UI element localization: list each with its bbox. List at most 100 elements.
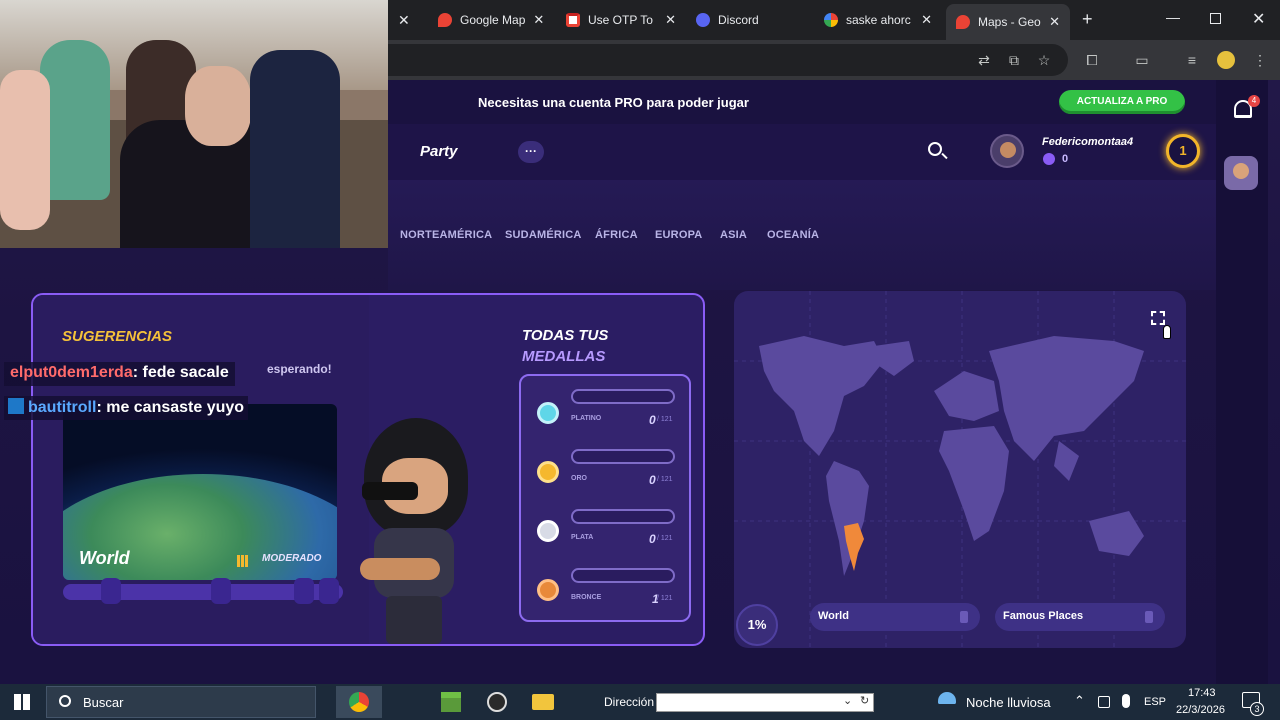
region-asia[interactable]: ASIA: [720, 229, 747, 241]
nav-party[interactable]: Party: [420, 143, 458, 160]
tab-geoguessr-active[interactable]: Maps - Geo ✕: [946, 4, 1070, 40]
medal-silver-icon: [537, 520, 559, 542]
tab-google-search[interactable]: saske ahorc ✕: [814, 6, 942, 34]
medal-platinum-icon: [537, 402, 559, 424]
window-close-button[interactable]: ✕: [1252, 9, 1265, 29]
chevron-up-icon[interactable]: ⌃: [1074, 693, 1085, 709]
difficulty-icon: [237, 555, 249, 567]
carousel-dot[interactable]: [101, 578, 121, 604]
chat-message: bautitroll: me cansaste yuyo: [4, 396, 249, 420]
suggestions-title: SUGERENCIAS: [62, 328, 173, 345]
region-norteamerica[interactable]: NORTEAMÉRICA: [400, 229, 492, 241]
chevron-down-icon[interactable]: ⌄: [843, 694, 852, 707]
new-tab-button[interactable]: +: [1082, 9, 1093, 30]
windows-start-icon[interactable]: [14, 694, 30, 710]
tab-google-maps[interactable]: Google Map ✕: [428, 6, 554, 34]
medal-total: / 121: [657, 595, 673, 602]
region-europa[interactable]: EUROPA: [655, 229, 702, 241]
coin-icon: [1043, 153, 1055, 165]
chat-badge-icon: [8, 398, 24, 414]
upgrade-pro-button[interactable]: ACTUALIZA A PRO: [1059, 90, 1185, 114]
medal-count: 0: [649, 532, 656, 546]
map-chip-famous-places[interactable]: Famous Places: [995, 603, 1165, 631]
medal-progress-bar: [571, 449, 675, 464]
chat-username: bautitroll: [28, 399, 97, 416]
chrome-taskbar-icon[interactable]: [336, 686, 382, 718]
omnibox[interactable]: [388, 44, 1068, 76]
username[interactable]: Federicomontaa4: [1042, 136, 1133, 148]
carousel-dot[interactable]: [211, 578, 231, 604]
obs-taskbar-icon[interactable]: [487, 692, 507, 712]
minecraft-taskbar-icon[interactable]: [441, 692, 461, 712]
chat-username: elput0dem1erda: [10, 364, 133, 381]
medals-title-line2: MEDALLAS: [522, 348, 606, 365]
close-icon[interactable]: ✕: [665, 12, 676, 28]
medals-title-line1: TODAS TUS: [522, 327, 609, 344]
tab-discord[interactable]: Discord ✕: [686, 6, 812, 34]
carousel-dot[interactable]: [294, 578, 314, 604]
close-tab-button[interactable]: ✕: [398, 12, 410, 29]
extensions-icon[interactable]: ⧠: [1084, 52, 1100, 68]
avatar[interactable]: [990, 134, 1024, 168]
region-oceania[interactable]: OCEANÍA: [767, 229, 819, 241]
clock-date[interactable]: 22/3/2026: [1176, 704, 1225, 716]
medal-total: / 121: [657, 416, 673, 423]
restore-button[interactable]: [1210, 13, 1221, 24]
mouse-cursor-icon: [1163, 325, 1171, 339]
reading-mode-icon[interactable]: ▭: [1134, 52, 1150, 68]
medal-name: PLATINO: [571, 415, 602, 422]
address-toolbar-label: Dirección: [604, 695, 655, 709]
install-app-icon[interactable]: ⧉: [1006, 52, 1022, 68]
region-sudamerica[interactable]: SUDAMÉRICA: [505, 229, 582, 241]
tab-title: Maps - Geo: [978, 15, 1041, 29]
tab-title: Use OTP To: [588, 13, 653, 27]
chat-message: elput0dem1erda: fede sacale: [4, 362, 235, 386]
profile-avatar[interactable]: [1217, 51, 1235, 69]
close-icon[interactable]: ✕: [1049, 14, 1060, 30]
coin-count: 0: [1062, 153, 1069, 165]
weather-text[interactable]: Noche lluviosa: [966, 695, 1051, 710]
medal-icon: [1145, 611, 1153, 623]
difficulty-label: MODERADO: [262, 553, 322, 564]
avatar-character: [356, 418, 476, 644]
world-map: [734, 291, 1186, 648]
medal-total: / 121: [657, 476, 673, 483]
google-icon: [824, 13, 838, 27]
taskbar-search-box[interactable]: Buscar: [46, 686, 316, 718]
chat-text: : fede sacale: [132, 364, 229, 381]
medal-name: BRONCE: [571, 594, 602, 601]
tab-title: Discord: [718, 13, 759, 27]
level-badge[interactable]: 1: [1166, 134, 1200, 168]
clock-time[interactable]: 17:43: [1188, 687, 1216, 699]
translate-icon[interactable]: ⇄: [976, 52, 992, 68]
nav-more-button[interactable]: ···: [518, 141, 544, 163]
language-indicator[interactable]: ESP: [1144, 696, 1166, 708]
chat-text: : me cansaste yuyo: [96, 399, 245, 416]
region-africa[interactable]: ÁFRICA: [595, 229, 638, 241]
world-map-card[interactable]: [734, 291, 1186, 648]
progress-value: 1%: [747, 617, 767, 632]
fullscreen-icon[interactable]: [1151, 311, 1165, 325]
tab-gmail[interactable]: Use OTP To ✕: [556, 6, 686, 34]
bookmark-star-icon[interactable]: ☆: [1036, 52, 1052, 68]
network-icon[interactable]: [1098, 696, 1110, 708]
address-toolbar-input[interactable]: ⌄ ↻: [656, 693, 874, 712]
close-icon[interactable]: ✕: [921, 12, 932, 28]
discord-icon: [696, 13, 710, 27]
map-chip-world[interactable]: World: [810, 603, 980, 631]
refresh-icon[interactable]: ↻: [860, 694, 869, 707]
medal-count: 0: [649, 473, 656, 487]
microphone-icon[interactable]: [1122, 694, 1130, 708]
medal-name: PLATA: [571, 534, 594, 541]
media-control-icon[interactable]: ≡: [1184, 52, 1200, 68]
menu-kebab-icon[interactable]: ⋮: [1252, 52, 1268, 68]
file-explorer-taskbar-icon[interactable]: [532, 694, 554, 710]
maps-pin-icon: [956, 15, 970, 29]
pro-banner-text: Necesitas una cuenta PRO para poder juga…: [478, 95, 749, 110]
medal-icon: [960, 611, 968, 623]
carousel-dot[interactable]: [319, 578, 339, 604]
close-icon[interactable]: ✕: [533, 12, 544, 28]
search-icon[interactable]: [928, 142, 942, 156]
minimize-button[interactable]: —: [1166, 9, 1180, 25]
friend-avatar[interactable]: [1224, 156, 1258, 190]
